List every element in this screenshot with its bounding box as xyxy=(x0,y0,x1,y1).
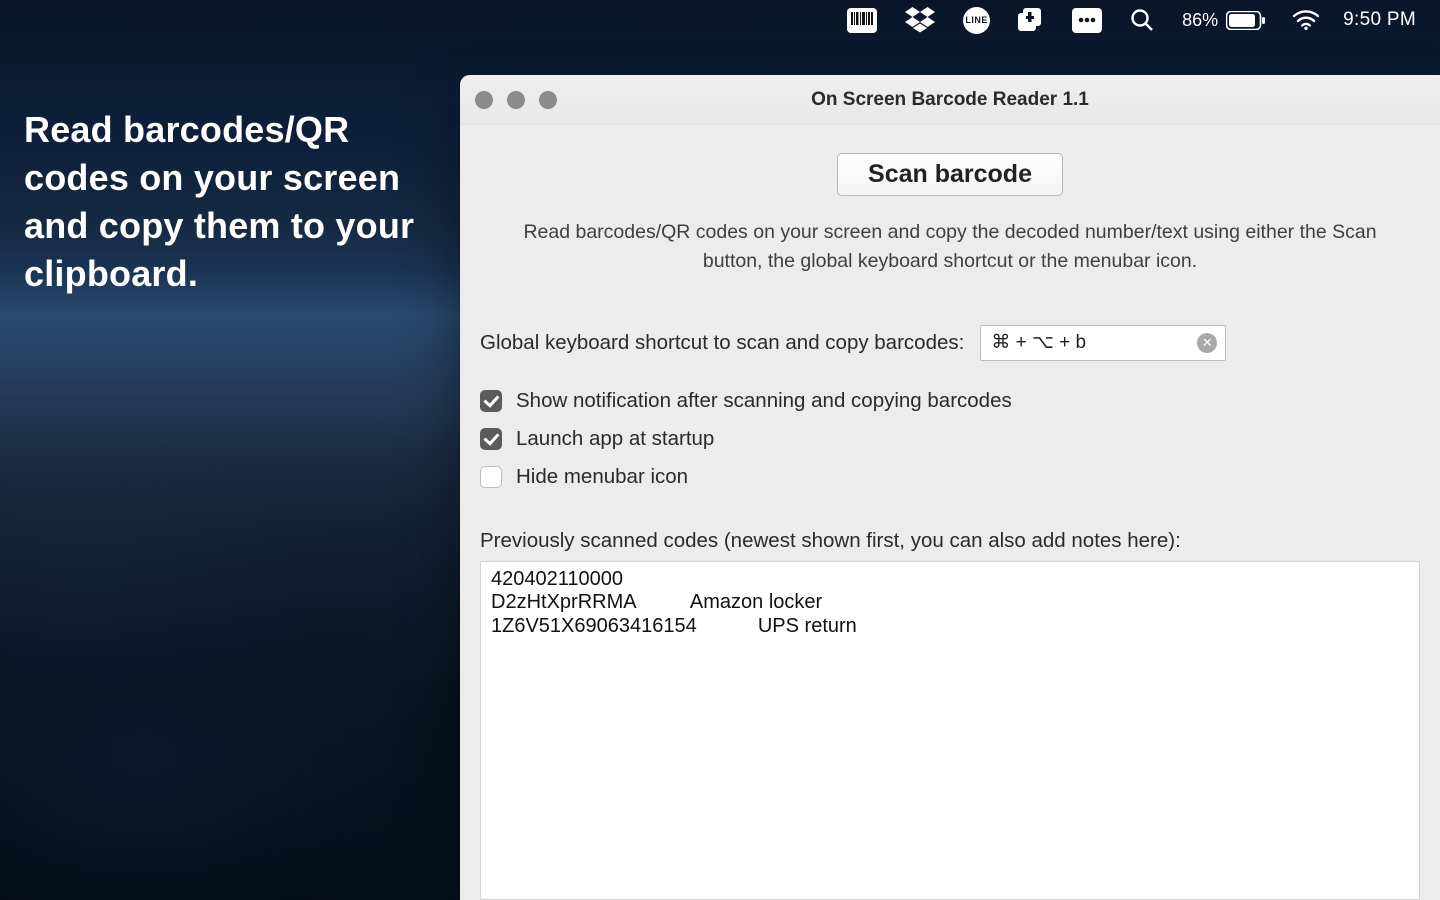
menubar: LINE 86% xyxy=(0,0,1440,40)
battery-percent: 86% xyxy=(1182,10,1218,31)
barcode-icon xyxy=(851,12,873,28)
menubar-wifi[interactable] xyxy=(1279,0,1333,40)
checkbox-launch-startup[interactable] xyxy=(480,428,502,450)
option-label: Launch app at startup xyxy=(516,427,714,451)
option-label: Hide menubar icon xyxy=(516,465,688,489)
checkbox-hide-menubar[interactable] xyxy=(480,466,502,488)
shortcut-input[interactable]: ⌘ + ⌥ + b ✕ xyxy=(980,325,1226,361)
menubar-spotlight[interactable] xyxy=(1116,0,1168,40)
app-window: On Screen Barcode Reader 1.1 Scan barcod… xyxy=(460,75,1440,900)
option-hide-menubar[interactable]: Hide menubar icon xyxy=(480,465,1420,489)
password-icon xyxy=(1072,8,1102,33)
menubar-battery[interactable]: 86% xyxy=(1168,10,1279,31)
checkbox-show-notification[interactable] xyxy=(480,390,502,412)
dropbox-icon xyxy=(905,7,935,33)
menubar-line-icon[interactable]: LINE xyxy=(949,0,1004,40)
line-app-icon: LINE xyxy=(963,7,990,34)
scan-barcode-button[interactable]: Scan barcode xyxy=(837,153,1063,196)
history-line: 420402110000 xyxy=(491,568,1409,592)
shortcut-label: Global keyboard shortcut to scan and cop… xyxy=(480,331,964,355)
clear-shortcut-icon[interactable]: ✕ xyxy=(1197,333,1217,353)
history-line: 1Z6V51X69063416154 UPS return xyxy=(491,615,1409,639)
window-titlebar[interactable]: On Screen Barcode Reader 1.1 xyxy=(460,75,1440,125)
window-title: On Screen Barcode Reader 1.1 xyxy=(811,89,1089,111)
option-label: Show notification after scanning and cop… xyxy=(516,389,1012,413)
wifi-icon xyxy=(1293,10,1319,30)
minimize-button[interactable] xyxy=(507,91,525,109)
history-line: D2zHtXprRRMA Amazon locker xyxy=(491,591,1409,615)
library-icon xyxy=(1018,7,1044,33)
history-label: Previously scanned codes (newest shown f… xyxy=(480,529,1420,553)
history-textbox[interactable]: 420402110000 D2zHtXprRRMA Amazon locker … xyxy=(480,561,1420,900)
search-icon xyxy=(1130,8,1154,32)
option-show-notification[interactable]: Show notification after scanning and cop… xyxy=(480,389,1420,413)
menubar-library-icon[interactable] xyxy=(1004,0,1058,40)
battery-icon xyxy=(1226,11,1265,30)
menubar-barcode-icon[interactable] xyxy=(833,0,891,40)
app-description: Read barcodes/QR codes on your screen an… xyxy=(480,218,1420,277)
window-content: Scan barcode Read barcodes/QR codes on y… xyxy=(460,125,1440,900)
shortcut-value: ⌘ + ⌥ + b xyxy=(991,331,1086,354)
close-button[interactable] xyxy=(475,91,493,109)
desktop-headline: Read barcodes/QR codes on your screen an… xyxy=(24,106,444,298)
shortcut-row: Global keyboard shortcut to scan and cop… xyxy=(480,325,1420,361)
zoom-button[interactable] xyxy=(539,91,557,109)
traffic-lights xyxy=(475,75,557,124)
menubar-password-icon[interactable] xyxy=(1058,0,1116,40)
option-launch-startup[interactable]: Launch app at startup xyxy=(480,427,1420,451)
menubar-dropbox-icon[interactable] xyxy=(891,0,949,40)
menubar-clock[interactable]: 9:50 PM xyxy=(1333,9,1430,31)
